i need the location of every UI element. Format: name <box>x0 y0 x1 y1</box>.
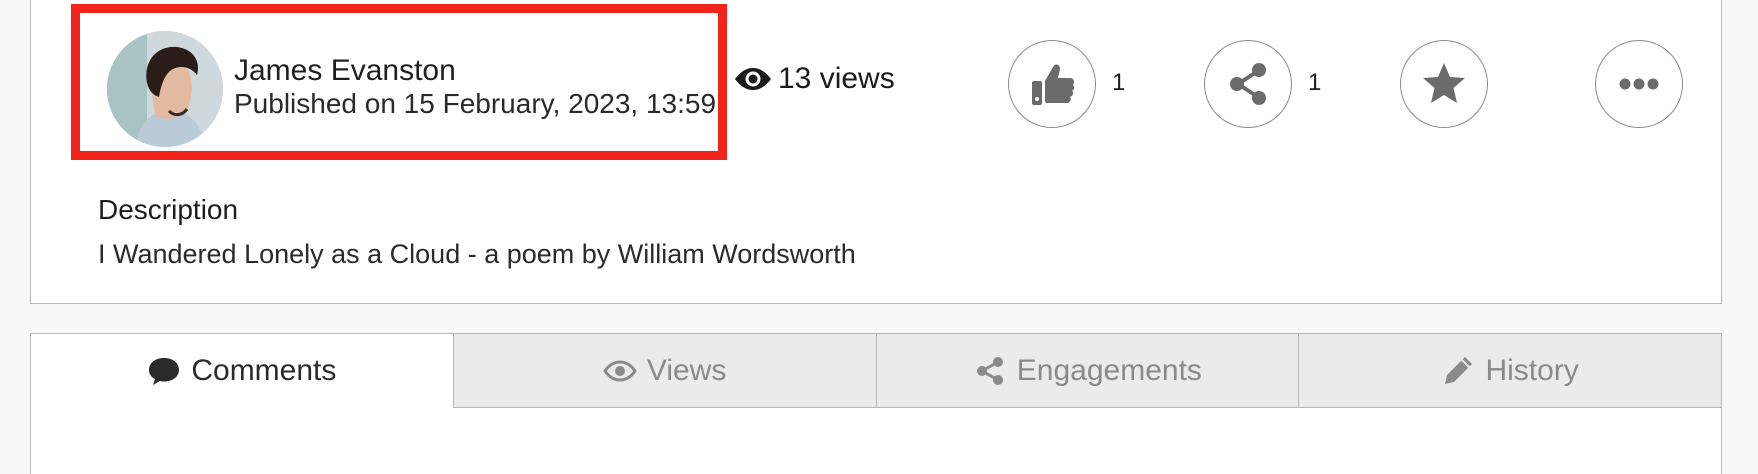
description-text: I Wandered Lonely as a Cloud - a poem by… <box>98 239 856 269</box>
share-icon <box>976 356 1003 385</box>
more-options-button[interactable] <box>1595 40 1683 128</box>
avatar[interactable] <box>107 31 223 147</box>
pencil-icon <box>1445 356 1473 384</box>
author-name[interactable]: James Evanston <box>234 54 456 88</box>
published-date: Published on 15 February, 2023, 13:59 <box>234 88 717 119</box>
share-button[interactable] <box>1204 40 1292 128</box>
eye-icon <box>735 68 771 90</box>
tab-views[interactable]: Views <box>452 334 876 408</box>
views-label: 13 views <box>778 62 895 95</box>
views-count: 13 views <box>734 62 895 96</box>
thumbs-up-icon <box>1032 64 1075 105</box>
tab-bar: Comments Views Engagements History <box>31 334 1721 408</box>
tab-engagements-label: Engagements <box>1016 353 1202 387</box>
more-horizontal-icon <box>1619 78 1659 90</box>
like-button[interactable] <box>1008 40 1096 128</box>
eye-icon <box>603 359 637 382</box>
share-icon <box>1230 63 1266 105</box>
tab-engagements[interactable]: Engagements <box>875 334 1299 408</box>
tab-comments-label: Comments <box>191 354 337 387</box>
tab-history-label: History <box>1485 353 1579 387</box>
tab-views-label: Views <box>646 353 727 387</box>
like-count: 1 <box>1112 69 1126 96</box>
share-count: 1 <box>1308 69 1322 96</box>
post-card: James Evanston Published on 15 February,… <box>30 0 1722 304</box>
tab-history[interactable]: History <box>1298 334 1721 408</box>
tabs-panel: Comments Views Engagements History <box>30 333 1722 474</box>
tab-comments[interactable]: Comments <box>31 334 453 408</box>
author-highlight-box: James Evanston Published on 15 February,… <box>71 4 727 160</box>
comment-icon <box>149 358 180 385</box>
avatar-image <box>107 31 223 147</box>
favorite-button[interactable] <box>1400 40 1488 128</box>
description-title: Description <box>98 194 239 225</box>
star-icon <box>1423 63 1465 103</box>
